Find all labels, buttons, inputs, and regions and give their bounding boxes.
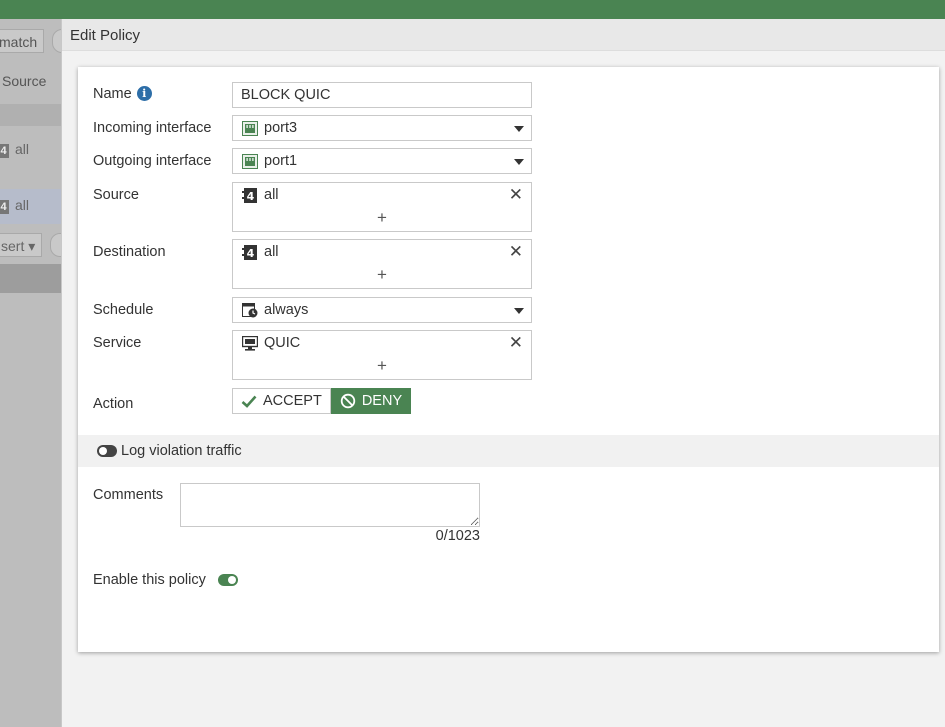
checkmark-icon bbox=[241, 395, 257, 408]
source-field[interactable]: 4 all ✕ + bbox=[232, 182, 532, 232]
network-port-icon bbox=[242, 121, 258, 136]
log-violation-row: Log violation traffic bbox=[78, 435, 939, 467]
destination-value: all bbox=[264, 244, 279, 260]
source-column-header: Source bbox=[2, 73, 47, 89]
outgoing-interface-value: port1 bbox=[264, 153, 298, 169]
chevron-down-icon bbox=[514, 126, 524, 132]
insert-button[interactable]: sert ▾ bbox=[0, 233, 42, 257]
chevron-down-icon bbox=[514, 159, 524, 165]
log-violation-label: Log violation traffic bbox=[121, 443, 242, 459]
enable-policy-toggle[interactable] bbox=[218, 574, 238, 586]
list-item[interactable]: 4 all bbox=[0, 141, 29, 158]
action-label: Action bbox=[93, 396, 134, 412]
incoming-interface-select[interactable]: port3 bbox=[232, 115, 532, 141]
panel-header: Edit Policy bbox=[62, 19, 945, 51]
background-policy-list: match Source 4 all 4 all sert ▾ bbox=[0, 19, 62, 727]
address-icon: 4 bbox=[0, 200, 9, 214]
remove-service-icon[interactable]: ✕ bbox=[509, 333, 523, 353]
comments-character-counter: 0/1023 bbox=[435, 528, 480, 544]
destination-field[interactable]: 4 all ✕ + bbox=[232, 239, 532, 289]
service-icon bbox=[242, 336, 258, 351]
source-value: all bbox=[264, 187, 279, 203]
chevron-down-icon bbox=[514, 308, 524, 314]
svg-text:4: 4 bbox=[247, 247, 255, 260]
schedule-select[interactable]: always bbox=[232, 297, 532, 323]
address-icon: 4 bbox=[242, 188, 257, 203]
add-source-button[interactable]: + bbox=[233, 208, 531, 228]
name-label: Name i bbox=[93, 86, 152, 102]
incoming-interface-value: port3 bbox=[264, 120, 298, 136]
service-value: QUIC bbox=[264, 335, 301, 351]
service-field[interactable]: QUIC ✕ + bbox=[232, 330, 532, 380]
info-icon[interactable]: i bbox=[136, 86, 152, 101]
outgoing-interface-label: Outgoing interface bbox=[93, 153, 212, 169]
enable-policy-label: Enable this policy bbox=[93, 572, 206, 588]
top-bar bbox=[0, 0, 945, 19]
log-violation-toggle[interactable] bbox=[97, 445, 117, 457]
deny-button[interactable]: DENY bbox=[330, 388, 412, 414]
name-input[interactable]: BLOCK QUIC bbox=[232, 82, 532, 108]
background-band bbox=[0, 104, 62, 126]
schedule-clock-icon bbox=[242, 303, 258, 318]
remove-source-icon[interactable]: ✕ bbox=[509, 185, 523, 205]
address-icon: 4 bbox=[242, 245, 257, 260]
incoming-interface-label: Incoming interface bbox=[93, 120, 212, 136]
match-button[interactable]: match bbox=[0, 29, 44, 53]
comments-textarea[interactable] bbox=[180, 483, 480, 527]
service-label: Service bbox=[93, 335, 142, 351]
add-destination-button[interactable]: + bbox=[233, 265, 531, 285]
policy-form: Name i BLOCK QUIC Incoming interface port… bbox=[78, 67, 939, 652]
background-band bbox=[0, 264, 62, 293]
page-title: Edit Policy bbox=[70, 27, 141, 44]
list-item[interactable]: 4 all bbox=[0, 197, 29, 214]
add-service-button[interactable]: + bbox=[233, 356, 531, 376]
comments-label: Comments bbox=[93, 487, 164, 503]
accept-button[interactable]: ACCEPT bbox=[232, 388, 331, 414]
address-icon: 4 bbox=[0, 144, 9, 158]
edit-policy-panel: Edit Policy Name i BLOCK QUIC Incoming in… bbox=[61, 19, 945, 727]
outgoing-interface-select[interactable]: port1 bbox=[232, 148, 532, 174]
svg-text:4: 4 bbox=[247, 190, 255, 203]
source-label: Source bbox=[93, 187, 139, 203]
schedule-value: always bbox=[264, 302, 309, 318]
destination-label: Destination bbox=[93, 244, 166, 260]
remove-destination-icon[interactable]: ✕ bbox=[509, 242, 523, 262]
schedule-label: Schedule bbox=[93, 302, 154, 318]
action-toggle-group: ACCEPT DENY bbox=[232, 388, 412, 414]
block-icon bbox=[340, 393, 356, 409]
network-port-icon bbox=[242, 154, 258, 169]
